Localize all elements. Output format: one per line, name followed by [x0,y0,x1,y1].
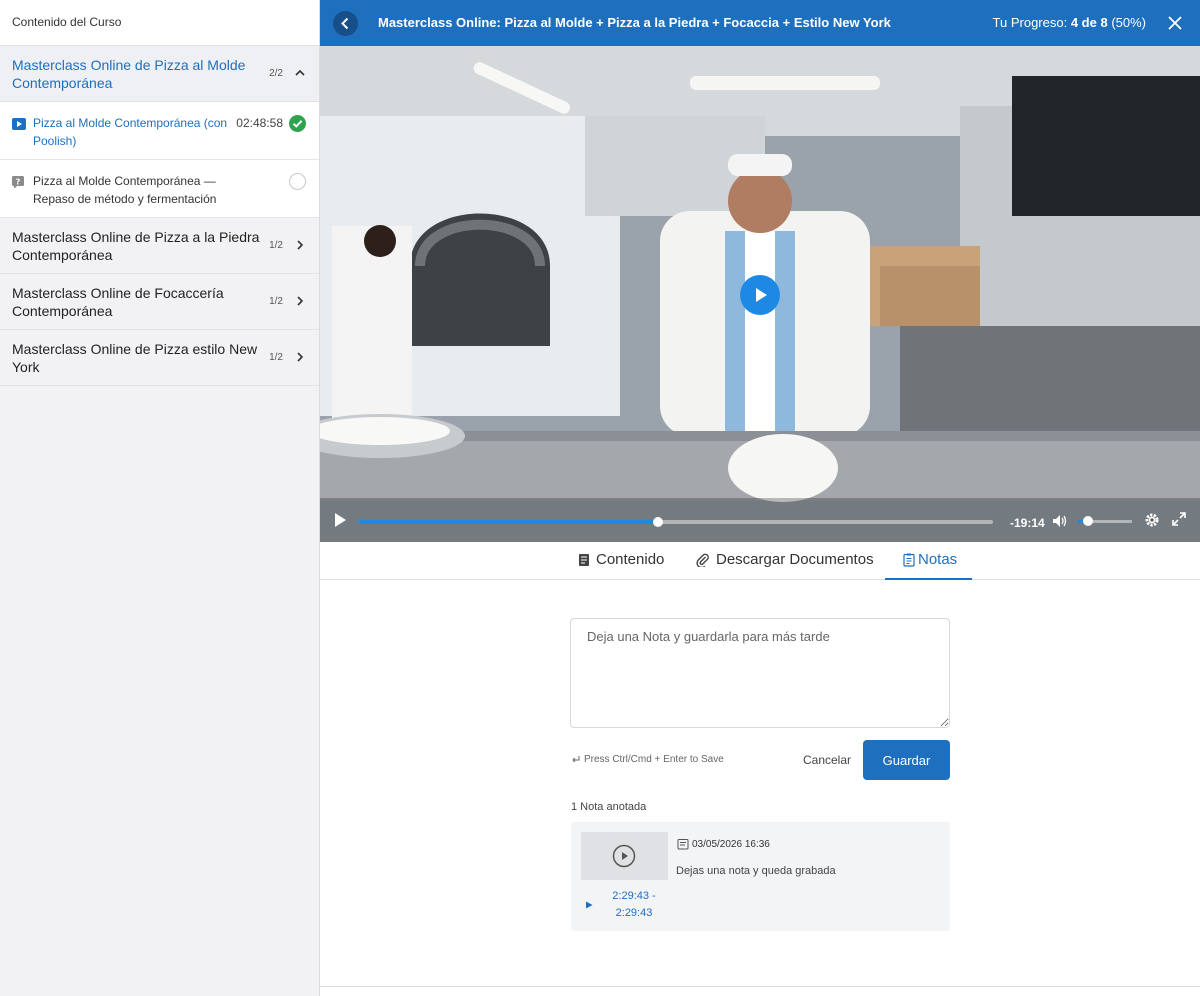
course-progress: Tu Progreso: 4 de 8 (50%) [993,15,1146,30]
note-card: 2:29:43 - 2:29:43 03/05/2026 16:36 Dejas… [571,822,950,931]
svg-text:?: ? [16,178,21,187]
seek-bar[interactable] [358,517,993,527]
course-sidebar: Contenido del Curso Masterclass Online d… [0,0,320,996]
seek-progress [358,520,658,524]
play-icon[interactable] [332,512,348,528]
back-button[interactable] [333,11,358,36]
progress-label: Tu Progreso: [992,15,1071,30]
section-new-york[interactable]: Masterclass Online de Pizza estilo New Y… [0,330,319,386]
enter-key-icon [572,755,580,763]
cancel-button[interactable]: Cancelar [796,744,858,776]
close-icon[interactable] [1166,14,1184,32]
section-pizza-a-la-piedra[interactable]: Masterclass Online de Pizza a la Piedra … [0,218,319,274]
tab-descargar-documentos[interactable]: Descargar Documentos [696,542,874,580]
note-textarea[interactable] [570,618,950,728]
gear-icon[interactable] [1144,512,1160,528]
lesson-item[interactable]: Pizza al Molde Contemporánea (con Poolis… [0,102,319,160]
check-circle-icon [289,115,306,132]
save-hint: Press Ctrl/Cmd + Enter to Save [571,754,724,765]
note-thumbnail[interactable] [581,832,668,880]
tab-notas[interactable]: Notas [885,542,972,580]
course-header: Masterclass Online: Pizza al Molde + Piz… [320,0,1200,46]
video-icon [12,118,26,130]
section-count: 2/2 [269,68,283,79]
lesson-label: Pizza al Molde Contemporánea — Repaso de… [33,174,217,206]
play-icon [756,288,767,302]
tab-label: Contenido [596,551,665,568]
chevron-left-icon [341,17,349,30]
play-icon[interactable] [585,901,593,909]
progress-value: 4 de 8 [1070,15,1108,30]
section-label: Masterclass Online de Pizza al Molde Con… [12,57,246,91]
calendar-icon [677,839,689,850]
chevron-right-icon [297,296,304,306]
play-circle-icon [612,844,636,868]
chevron-right-icon [297,352,304,362]
save-button[interactable]: Guardar [863,740,950,780]
volume-icon[interactable] [1052,514,1068,528]
lesson-label: Pizza al Molde Contemporánea (con Poolis… [33,116,228,148]
note-text: Dejas una nota y queda grabada [676,865,836,877]
sidebar-title: Contenido del Curso [0,0,319,46]
chevron-right-icon [297,240,304,250]
lesson-item[interactable]: ? Pizza al Molde Contemporánea — Repaso … [0,160,319,218]
time-remaining: -19:14 [1010,516,1045,530]
empty-circle-icon [289,173,306,190]
section-count: 1/2 [269,240,283,251]
section-count: 1/2 [269,296,283,307]
lesson-duration: 02:48:58 [236,116,283,130]
section-label: Masterclass Online de Pizza a la Piedra … [12,229,260,263]
quiz-icon: ? [12,176,24,188]
paperclip-icon [696,553,709,568]
player-controls: -19:14 [320,498,1200,542]
content-tabs: Contenido Descargar Documentos Notas [320,542,1200,580]
section-label: Masterclass Online de Pizza estilo New Y… [12,341,258,375]
section-count: 1/2 [269,352,283,363]
document-icon [579,554,589,567]
section-focacceria[interactable]: Masterclass Online de Focaccería Contemp… [0,274,319,330]
chevron-up-icon [295,69,305,76]
video-player[interactable]: -19:14 [320,46,1200,542]
tab-label: Descargar Documentos [716,551,874,568]
course-title: Masterclass Online: Pizza al Molde + Piz… [378,15,891,30]
note-time-range[interactable]: 2:29:43 - 2:29:43 [605,888,663,922]
seek-handle[interactable] [652,517,663,527]
save-hint-text: Press Ctrl/Cmd + Enter to Save [584,754,724,765]
section-label: Masterclass Online de Focaccería Contemp… [12,285,224,319]
divider [320,986,1200,987]
volume-slider[interactable] [1078,516,1132,526]
notes-count: 1 Nota anotada [571,801,647,813]
section-pizza-al-molde[interactable]: Masterclass Online de Pizza al Molde Con… [0,46,319,102]
notes-icon [903,553,915,567]
note-date: 03/05/2026 16:36 [692,839,770,850]
tab-label: Notas [918,551,958,568]
volume-handle[interactable] [1082,516,1093,526]
fullscreen-icon[interactable] [1171,511,1187,527]
progress-percent: (50%) [1111,15,1146,30]
tab-contenido[interactable]: Contenido [578,542,664,580]
play-overlay-button[interactable] [740,275,780,315]
